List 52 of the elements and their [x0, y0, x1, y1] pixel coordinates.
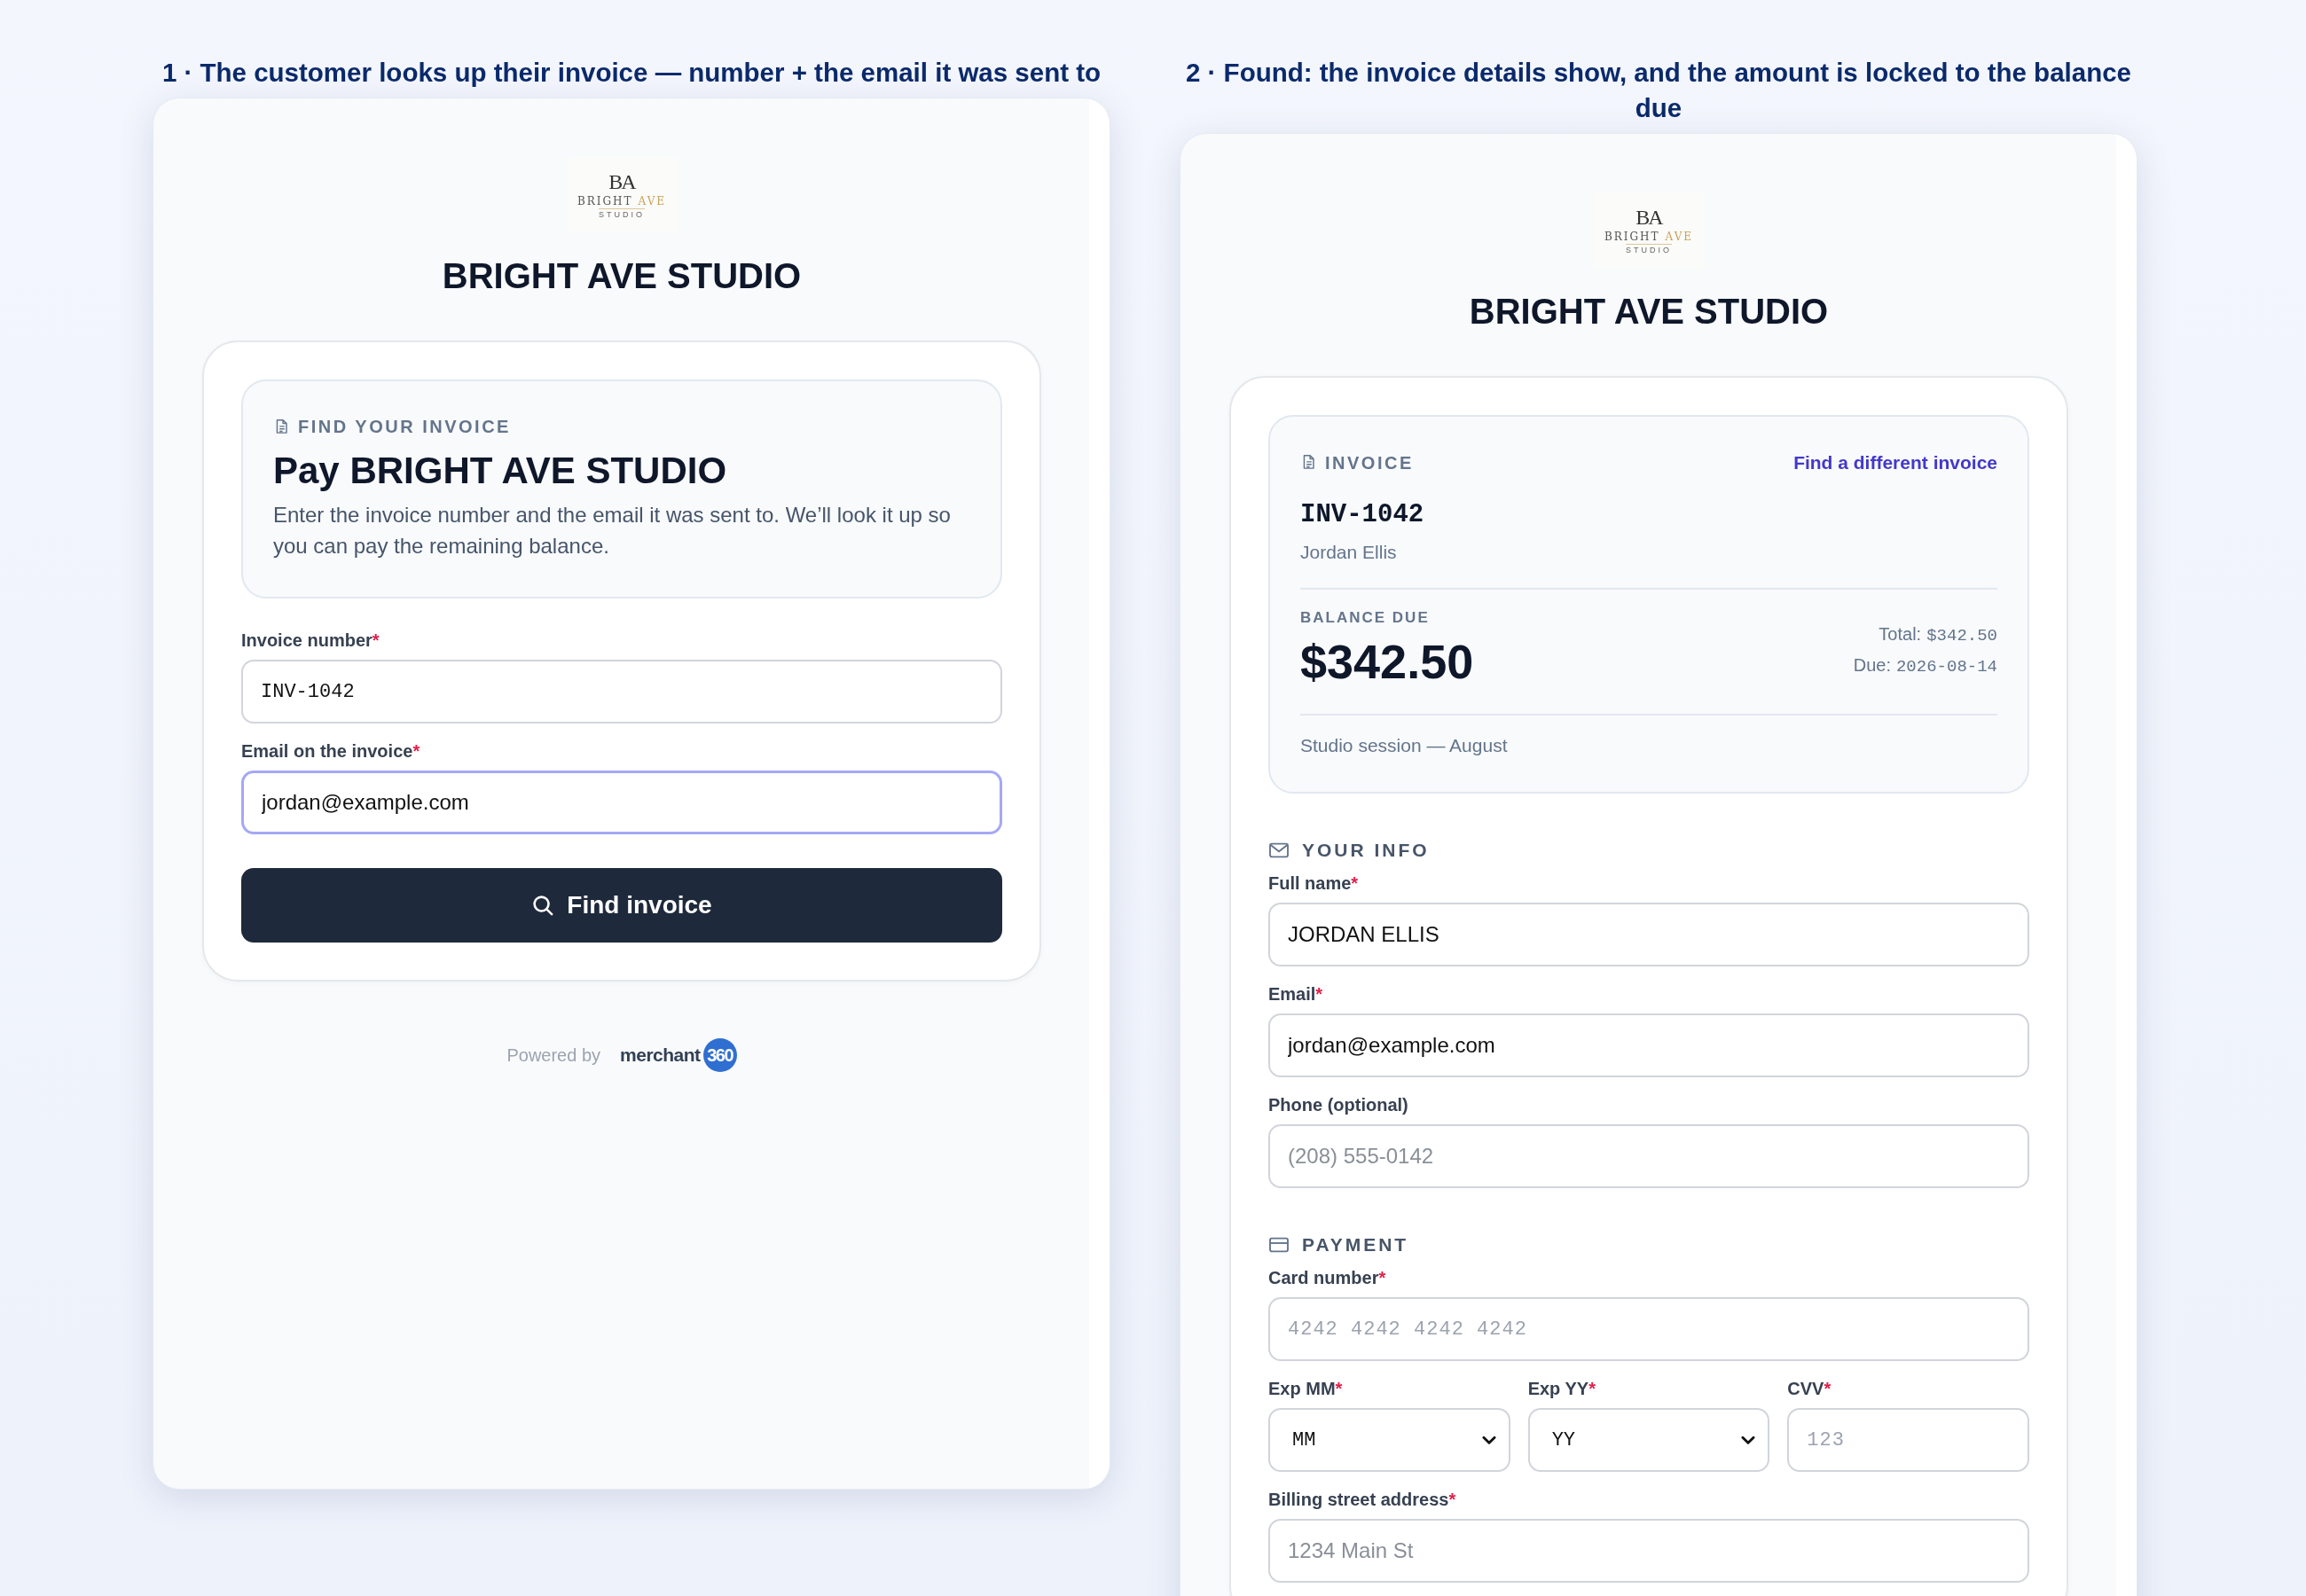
field-label: Phone (optional) — [1268, 1095, 1409, 1115]
field-label: Email* — [1268, 984, 1324, 1005]
field-label: Exp MM* — [1268, 1379, 1344, 1399]
invoice-description: Studio session — August — [1300, 735, 1509, 756]
logo-tagline: STUDIO — [1626, 244, 1672, 255]
input-field[interactable]: 1234 Main St — [1268, 1519, 2029, 1583]
logo-wordmark: AVE — [1665, 231, 1694, 243]
logo-monogram: BA — [1635, 206, 1662, 229]
field-label: Email on the invoice* — [241, 741, 421, 762]
section-label: YOUR INFO — [1302, 840, 1430, 861]
field-label: Exp YY* — [1527, 1379, 1596, 1399]
input-field[interactable]: jordan@example.com — [1268, 1013, 2029, 1077]
logo-tagline: STUDIO — [599, 208, 645, 220]
caption: 2 · Found: the invoice details show, and the amount is locked to the balance due — [1185, 57, 2132, 124]
due-label: Due: — [1853, 655, 1891, 675]
input-field[interactable]: 123 — [1787, 1408, 2029, 1472]
description: Enter the invoice number and the email it was sent to. We’ll look it up so you can pay the remaining balance. — [273, 502, 952, 559]
logo-monogram: BA — [608, 170, 635, 193]
field-label: Card number* — [1268, 1268, 1387, 1288]
powered-by-text: Powered by — [506, 1044, 601, 1066]
logo-wordmark: AVE — [638, 195, 667, 207]
input-field[interactable]: INV-1042 — [241, 660, 1002, 724]
business-name: BRIGHT AVE STUDIO — [1469, 292, 1829, 332]
total-label: Total: — [1879, 624, 1922, 644]
customer-name: Jordan Ellis — [1300, 542, 1398, 563]
search-icon — [531, 894, 555, 917]
change-invoice-link[interactable]: Find a different invoice — [1793, 452, 1997, 473]
business-name: BRIGHT AVE STUDIO — [442, 256, 802, 296]
section-label: INVOICE — [1325, 452, 1414, 473]
find-invoice-button[interactable]: Find invoice — [241, 868, 1002, 943]
field-label: Full name* — [1268, 873, 1360, 894]
invoice-number: INV-1042 — [1300, 500, 1425, 529]
logo-wordmark: BRIGHT — [1604, 231, 1660, 243]
total-value: $342.50 — [1926, 626, 1997, 645]
field-label: CVV* — [1787, 1379, 1832, 1399]
input-field[interactable]: jordan@example.com — [241, 771, 1002, 834]
heading: Pay BRIGHT AVE STUDIO — [273, 450, 728, 492]
section-label: PAYMENT — [1302, 1234, 1409, 1256]
field-label: Billing street address* — [1268, 1490, 1457, 1510]
select-field[interactable]: MM — [1268, 1408, 1510, 1472]
input-field[interactable]: 4242 4242 4242 4242 — [1268, 1297, 2029, 1361]
field-label: Invoice number* — [241, 630, 380, 651]
input-field[interactable]: (208) 555-0142 — [1268, 1124, 2029, 1188]
input-field[interactable]: JORDAN ELLIS — [1268, 903, 2029, 966]
section-label: FIND YOUR INVOICE — [298, 417, 511, 437]
select-field[interactable]: YY — [1527, 1408, 1770, 1472]
caption: 1 · The customer looks up their invoice — number + the email it was sent to — [161, 57, 1102, 89]
balance-amount: $342.50 — [1300, 634, 1474, 689]
due-date: 2026-08-14 — [1895, 657, 1997, 677]
balance-label: BALANCE DUE — [1300, 609, 1431, 627]
logo-wordmark: BRIGHT — [576, 195, 633, 207]
merchant-logo: merchant 360 — [620, 1038, 737, 1072]
